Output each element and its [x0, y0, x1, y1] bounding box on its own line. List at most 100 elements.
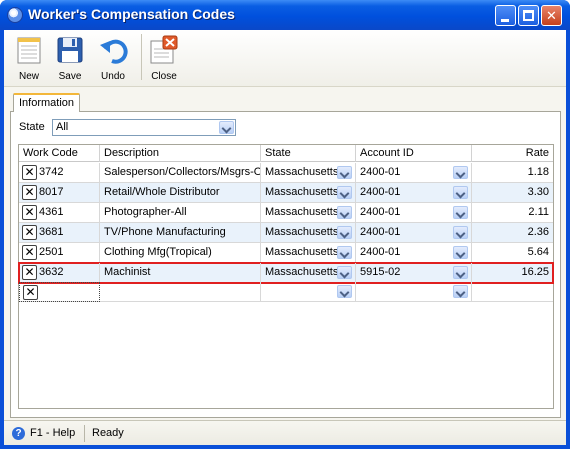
account-id-cell[interactable]: 2400-01: [356, 203, 472, 223]
delete-row-icon[interactable]: ✕: [23, 285, 38, 300]
rate-cell[interactable]: 1.18: [472, 163, 553, 183]
description-cell[interactable]: Retail/Whole Distributor: [100, 183, 261, 203]
work-code-cell[interactable]: ✕ 4361: [19, 203, 100, 223]
state-cell[interactable]: Massachusetts: [261, 263, 356, 283]
delete-row-icon[interactable]: ✕: [22, 165, 37, 180]
table-row[interactable]: ✕ 8017 Retail/Whole Distributor Massachuset…: [19, 183, 553, 203]
description-cell[interactable]: TV/Phone Manufacturing: [100, 223, 261, 243]
description-cell[interactable]: Photographer-All: [100, 203, 261, 223]
chevron-down-icon[interactable]: [453, 166, 468, 179]
account-id-cell[interactable]: 2400-01: [356, 183, 472, 203]
chevron-down-icon[interactable]: [337, 266, 352, 279]
save-button[interactable]: Save: [48, 32, 92, 84]
state-cell[interactable]: Massachusetts: [261, 203, 356, 223]
description-cell[interactable]: Clothing Mfg(Tropical): [100, 243, 261, 263]
help-icon[interactable]: ?: [12, 427, 25, 440]
state-cell[interactable]: Massachusetts: [261, 243, 356, 263]
header-rate[interactable]: Rate: [472, 145, 553, 162]
work-code-cell[interactable]: ✕ 3632: [19, 263, 100, 283]
account-id-value: 2400-01: [360, 186, 401, 198]
minimize-button[interactable]: [495, 5, 516, 26]
work-code-grid: Work Code Description State Account ID R…: [18, 144, 554, 409]
client-area: New Save Undo Close Information State Al…: [4, 30, 566, 445]
state-filter-label: State: [19, 121, 45, 133]
account-id-value: 5915-02: [360, 266, 401, 278]
description-cell[interactable]: Salesperson/Collectors/Msgrs-Oı: [100, 163, 261, 183]
tab-information[interactable]: Information: [13, 93, 80, 112]
account-id-cell[interactable]: 2400-01: [356, 163, 472, 183]
chevron-down-icon[interactable]: [453, 285, 468, 298]
account-id-cell[interactable]: 2400-01: [356, 243, 472, 263]
chevron-down-icon[interactable]: [337, 226, 352, 239]
help-text[interactable]: F1 - Help: [30, 427, 75, 439]
rate-cell[interactable]: 16.25: [472, 263, 553, 283]
work-code-value: 3632: [39, 266, 64, 278]
undo-icon: [100, 39, 128, 64]
work-code-cell[interactable]: ✕ 3742: [19, 163, 100, 183]
header-account-id[interactable]: Account ID: [356, 145, 472, 162]
save-label: Save: [58, 71, 82, 82]
delete-row-icon[interactable]: ✕: [22, 245, 37, 260]
close-label: Close: [151, 71, 177, 82]
new-row-state-cell[interactable]: [261, 282, 356, 302]
chevron-down-icon[interactable]: [453, 246, 468, 259]
work-code-cell[interactable]: ✕ 2501: [19, 243, 100, 263]
state-value: Massachusetts: [265, 186, 339, 198]
delete-row-icon[interactable]: ✕: [22, 265, 37, 280]
account-id-cell[interactable]: 5915-02: [356, 263, 472, 283]
chevron-down-icon[interactable]: [453, 206, 468, 219]
work-code-cell[interactable]: ✕ 8017: [19, 183, 100, 203]
status-separator: [84, 425, 85, 442]
state-filter-value: All: [56, 121, 69, 133]
table-row[interactable]: ✕ 3632 Machinist Massachusetts 5915-02 16.25: [18, 262, 554, 284]
rate-cell[interactable]: 2.11: [472, 203, 553, 223]
undo-button[interactable]: Undo: [91, 32, 135, 84]
header-description[interactable]: Description: [100, 145, 261, 162]
rate-cell[interactable]: 5.64: [472, 243, 553, 263]
account-id-cell[interactable]: 2400-01: [356, 223, 472, 243]
new-row[interactable]: ✕: [19, 282, 553, 302]
chevron-down-icon[interactable]: [453, 186, 468, 199]
state-value: Massachusetts: [265, 226, 339, 238]
delete-row-icon[interactable]: ✕: [22, 185, 37, 200]
state-cell[interactable]: Massachusetts: [261, 183, 356, 203]
delete-row-icon[interactable]: ✕: [22, 205, 37, 220]
rate-cell[interactable]: 2.36: [472, 223, 553, 243]
close-window-button[interactable]: ✕: [541, 5, 562, 26]
chevron-down-icon[interactable]: [453, 226, 468, 239]
state-filter-select[interactable]: All: [52, 119, 236, 136]
chevron-down-icon[interactable]: [219, 121, 234, 134]
new-row-rate-cell[interactable]: [472, 282, 553, 302]
new-row-description-cell[interactable]: [100, 282, 261, 302]
state-cell[interactable]: Massachusetts: [261, 163, 356, 183]
new-document-icon: [17, 37, 41, 64]
save-icon: [57, 37, 83, 63]
title-bar[interactable]: Worker's Compensation Codes ✕: [0, 0, 570, 30]
new-button[interactable]: New: [7, 32, 51, 84]
chevron-down-icon[interactable]: [337, 246, 352, 259]
new-row-account-cell[interactable]: [356, 282, 472, 302]
chevron-down-icon[interactable]: [453, 266, 468, 279]
header-state[interactable]: State: [261, 145, 356, 162]
table-row[interactable]: ✕ 4361 Photographer-All Massachusetts 2400-0…: [19, 203, 553, 223]
close-button[interactable]: Close: [142, 32, 186, 84]
description-cell[interactable]: Machinist: [100, 263, 261, 283]
table-row[interactable]: ✕ 2501 Clothing Mfg(Tropical) Massachusetts…: [19, 243, 553, 263]
chevron-down-icon[interactable]: [337, 186, 352, 199]
window-title: Worker's Compensation Codes: [28, 6, 235, 22]
work-code-cell[interactable]: ✕ 3681: [19, 223, 100, 243]
chevron-down-icon[interactable]: [337, 285, 352, 298]
table-row[interactable]: ✕ 3742 Salesperson/Collectors/Msgrs-Oı Mass…: [19, 163, 553, 183]
close-form-icon: [150, 35, 178, 64]
table-row[interactable]: ✕ 3681 TV/Phone Manufacturing Massachusetts…: [19, 223, 553, 243]
chevron-down-icon[interactable]: [337, 206, 352, 219]
app-icon: [7, 7, 23, 23]
rate-cell[interactable]: 3.30: [472, 183, 553, 203]
chevron-down-icon[interactable]: [337, 166, 352, 179]
account-id-value: 2400-01: [360, 226, 401, 238]
header-work-code[interactable]: Work Code: [19, 145, 100, 162]
delete-row-icon[interactable]: ✕: [22, 225, 37, 240]
state-cell[interactable]: Massachusetts: [261, 223, 356, 243]
maximize-button[interactable]: [518, 5, 539, 26]
new-row-work-code-cell[interactable]: ✕: [19, 282, 100, 302]
